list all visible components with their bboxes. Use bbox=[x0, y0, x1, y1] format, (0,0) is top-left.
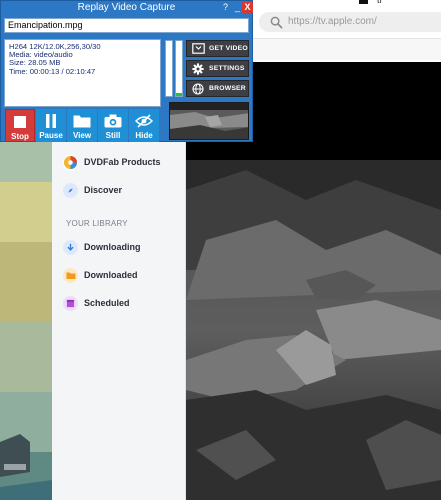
replay-video-capture-window: Replay Video Capture ? _ X Emancipation.… bbox=[0, 0, 253, 142]
background-artwork bbox=[0, 142, 52, 500]
sidebar-item-downloaded[interactable]: Downloaded bbox=[63, 265, 138, 285]
bookmark-bar bbox=[253, 38, 441, 60]
still-button[interactable]: Still bbox=[98, 109, 128, 142]
download-arrow-icon bbox=[63, 239, 78, 255]
control-label: Still bbox=[105, 131, 121, 140]
sidebar-item-downloading[interactable]: Downloading bbox=[63, 237, 141, 257]
folder-icon bbox=[63, 267, 78, 283]
browser-tab[interactable]: tf bbox=[355, 0, 441, 6]
pause-button[interactable]: Pause bbox=[36, 109, 66, 142]
search-icon bbox=[270, 16, 283, 29]
sidebar-item-label: Downloading bbox=[84, 242, 141, 252]
preview-thumbnail bbox=[169, 102, 249, 140]
control-label: View bbox=[72, 131, 92, 140]
pause-icon bbox=[45, 111, 57, 131]
artwork-image bbox=[0, 142, 52, 500]
video-player[interactable] bbox=[186, 160, 441, 500]
globe-icon bbox=[187, 82, 209, 95]
time-info: Time: 00:00:13 / 02:10:47 bbox=[9, 66, 96, 76]
calendar-icon bbox=[63, 295, 78, 311]
address-bar[interactable]: https://tv.apple.com/ bbox=[259, 12, 441, 32]
settings-button[interactable]: SETTINGS bbox=[186, 60, 249, 77]
eye-slash-icon bbox=[135, 111, 153, 131]
library-heading: YOUR LIBRARY bbox=[66, 219, 128, 228]
sidebar-item-dvdfab-products[interactable]: DVDFab Products bbox=[63, 152, 161, 172]
sidebar-item-label: Discover bbox=[84, 185, 123, 195]
sidebar-item-discover[interactable]: Discover bbox=[63, 180, 122, 200]
view-button[interactable]: View bbox=[67, 109, 97, 142]
audio-level-meter-right bbox=[175, 40, 183, 97]
control-label: Pause bbox=[39, 131, 63, 140]
browser-button[interactable]: BROWSER bbox=[186, 80, 249, 97]
meter-fill bbox=[176, 93, 182, 96]
get-video-button[interactable]: GET VIDEO bbox=[186, 40, 249, 57]
compass-icon bbox=[63, 182, 78, 198]
address-placeholder: https://tv.apple.com/ bbox=[288, 16, 377, 27]
control-label: Hide bbox=[135, 131, 153, 140]
filename-field[interactable]: Emancipation.mpg bbox=[4, 18, 249, 33]
side-button-label: SETTINGS bbox=[209, 65, 245, 72]
dvdfab-sidebar: DVDFab Products Discover YOUR LIBRARY Do… bbox=[52, 142, 186, 500]
help-button[interactable]: ? bbox=[220, 2, 231, 13]
sidebar-item-label: Downloaded bbox=[84, 270, 138, 280]
side-button-label: GET VIDEO bbox=[209, 45, 248, 52]
window-title: Replay Video Capture bbox=[77, 2, 176, 13]
control-label: Stop bbox=[11, 132, 29, 141]
sidebar-item-label: DVDFab Products bbox=[84, 157, 161, 167]
sidebar-item-label: Scheduled bbox=[84, 298, 130, 308]
recording-info-panel: H264 12K/12.0K,256,30/30 Media: video/au… bbox=[4, 39, 161, 107]
side-button-label: BROWSER bbox=[209, 85, 246, 92]
tab-favicon-icon bbox=[359, 0, 368, 4]
tab-title: tf bbox=[377, 0, 383, 5]
video-frame bbox=[186, 160, 441, 500]
hide-button[interactable]: Hide bbox=[129, 109, 159, 142]
close-button[interactable]: X bbox=[242, 2, 253, 13]
gear-icon bbox=[187, 62, 209, 75]
camera-icon bbox=[104, 111, 122, 131]
audio-level-meter-left bbox=[165, 40, 173, 97]
stop-button[interactable]: Stop bbox=[5, 109, 35, 142]
sidebar-item-scheduled[interactable]: Scheduled bbox=[63, 293, 130, 313]
folder-icon bbox=[73, 111, 91, 131]
window-titlebar[interactable]: Replay Video Capture ? _ X bbox=[1, 1, 253, 15]
get-video-icon bbox=[187, 43, 209, 54]
dvdfab-logo-icon bbox=[63, 154, 78, 170]
stop-icon bbox=[14, 112, 26, 132]
